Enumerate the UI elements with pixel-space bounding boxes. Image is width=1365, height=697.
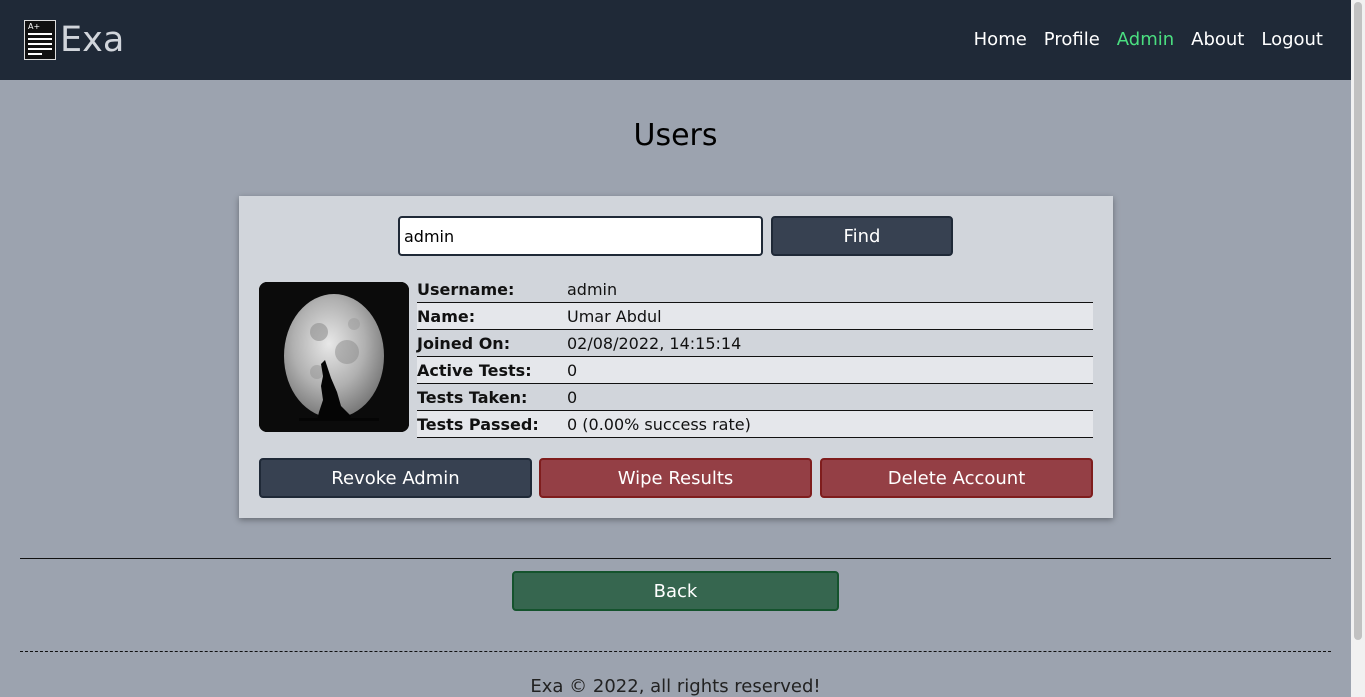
footer-text: Exa © 2022, all rights reserved! xyxy=(530,676,821,697)
delete-account-button[interactable]: Delete Account xyxy=(820,458,1093,498)
info-row-name: Name: Umar Abdul xyxy=(417,302,1093,330)
info-row-username: Username: admin xyxy=(417,276,1093,303)
info-label: Tests Taken: xyxy=(417,383,567,411)
nav-admin[interactable]: Admin xyxy=(1117,29,1174,51)
info-row-joined-on: Joined On: 02/08/2022, 14:15:14 xyxy=(417,329,1093,357)
nav-profile[interactable]: Profile xyxy=(1044,29,1100,51)
logo-badge: A+ xyxy=(28,22,41,31)
scrollbar-thumb[interactable] xyxy=(1354,2,1362,640)
info-row-tests-taken: Tests Taken: 0 xyxy=(417,383,1093,411)
info-value: 0 xyxy=(567,356,1093,384)
back-button[interactable]: Back xyxy=(512,571,839,611)
info-value: 0 (0.00% success rate) xyxy=(567,410,1093,438)
brand-name: Exa xyxy=(60,20,125,60)
find-button[interactable]: Find xyxy=(771,216,953,256)
info-label: Joined On: xyxy=(417,329,567,357)
user-info-table: Username: admin Name: Umar Abdul Joined … xyxy=(417,276,1093,438)
info-label: Tests Passed: xyxy=(417,410,567,438)
info-label: Username: xyxy=(417,276,567,303)
info-label: Active Tests: xyxy=(417,356,567,384)
info-value: Umar Abdul xyxy=(567,302,1093,330)
exam-paper-logo-icon: A+ xyxy=(24,20,56,60)
divider xyxy=(20,558,1331,559)
nav-menu: Home Profile Admin About Logout xyxy=(957,29,1323,51)
revoke-admin-button[interactable]: Revoke Admin xyxy=(259,458,532,498)
info-value: admin xyxy=(567,276,1093,303)
info-value: 02/08/2022, 14:15:14 xyxy=(567,329,1093,357)
action-buttons: Revoke Admin Wipe Results Delete Account xyxy=(259,458,1093,498)
brand[interactable]: A+ Exa xyxy=(24,20,124,60)
nav-home[interactable]: Home xyxy=(974,29,1027,51)
footer-divider xyxy=(20,651,1331,652)
user-card: Find Username: admin Name xyxy=(239,196,1113,518)
info-value: 0 xyxy=(567,383,1093,411)
wipe-results-button[interactable]: Wipe Results xyxy=(539,458,812,498)
info-row-tests-passed: Tests Passed: 0 (0.00% success rate) xyxy=(417,410,1093,438)
navbar: A+ Exa Home Profile Admin About Logout xyxy=(0,0,1351,80)
scrollbar[interactable] xyxy=(1351,0,1365,697)
nav-logout[interactable]: Logout xyxy=(1261,29,1323,51)
nav-about[interactable]: About xyxy=(1191,29,1244,51)
search-input[interactable] xyxy=(398,216,763,256)
moon-wolf-avatar xyxy=(259,282,409,432)
page-title: Users xyxy=(633,118,718,153)
info-label: Name: xyxy=(417,302,567,330)
info-row-active-tests: Active Tests: 0 xyxy=(417,356,1093,384)
